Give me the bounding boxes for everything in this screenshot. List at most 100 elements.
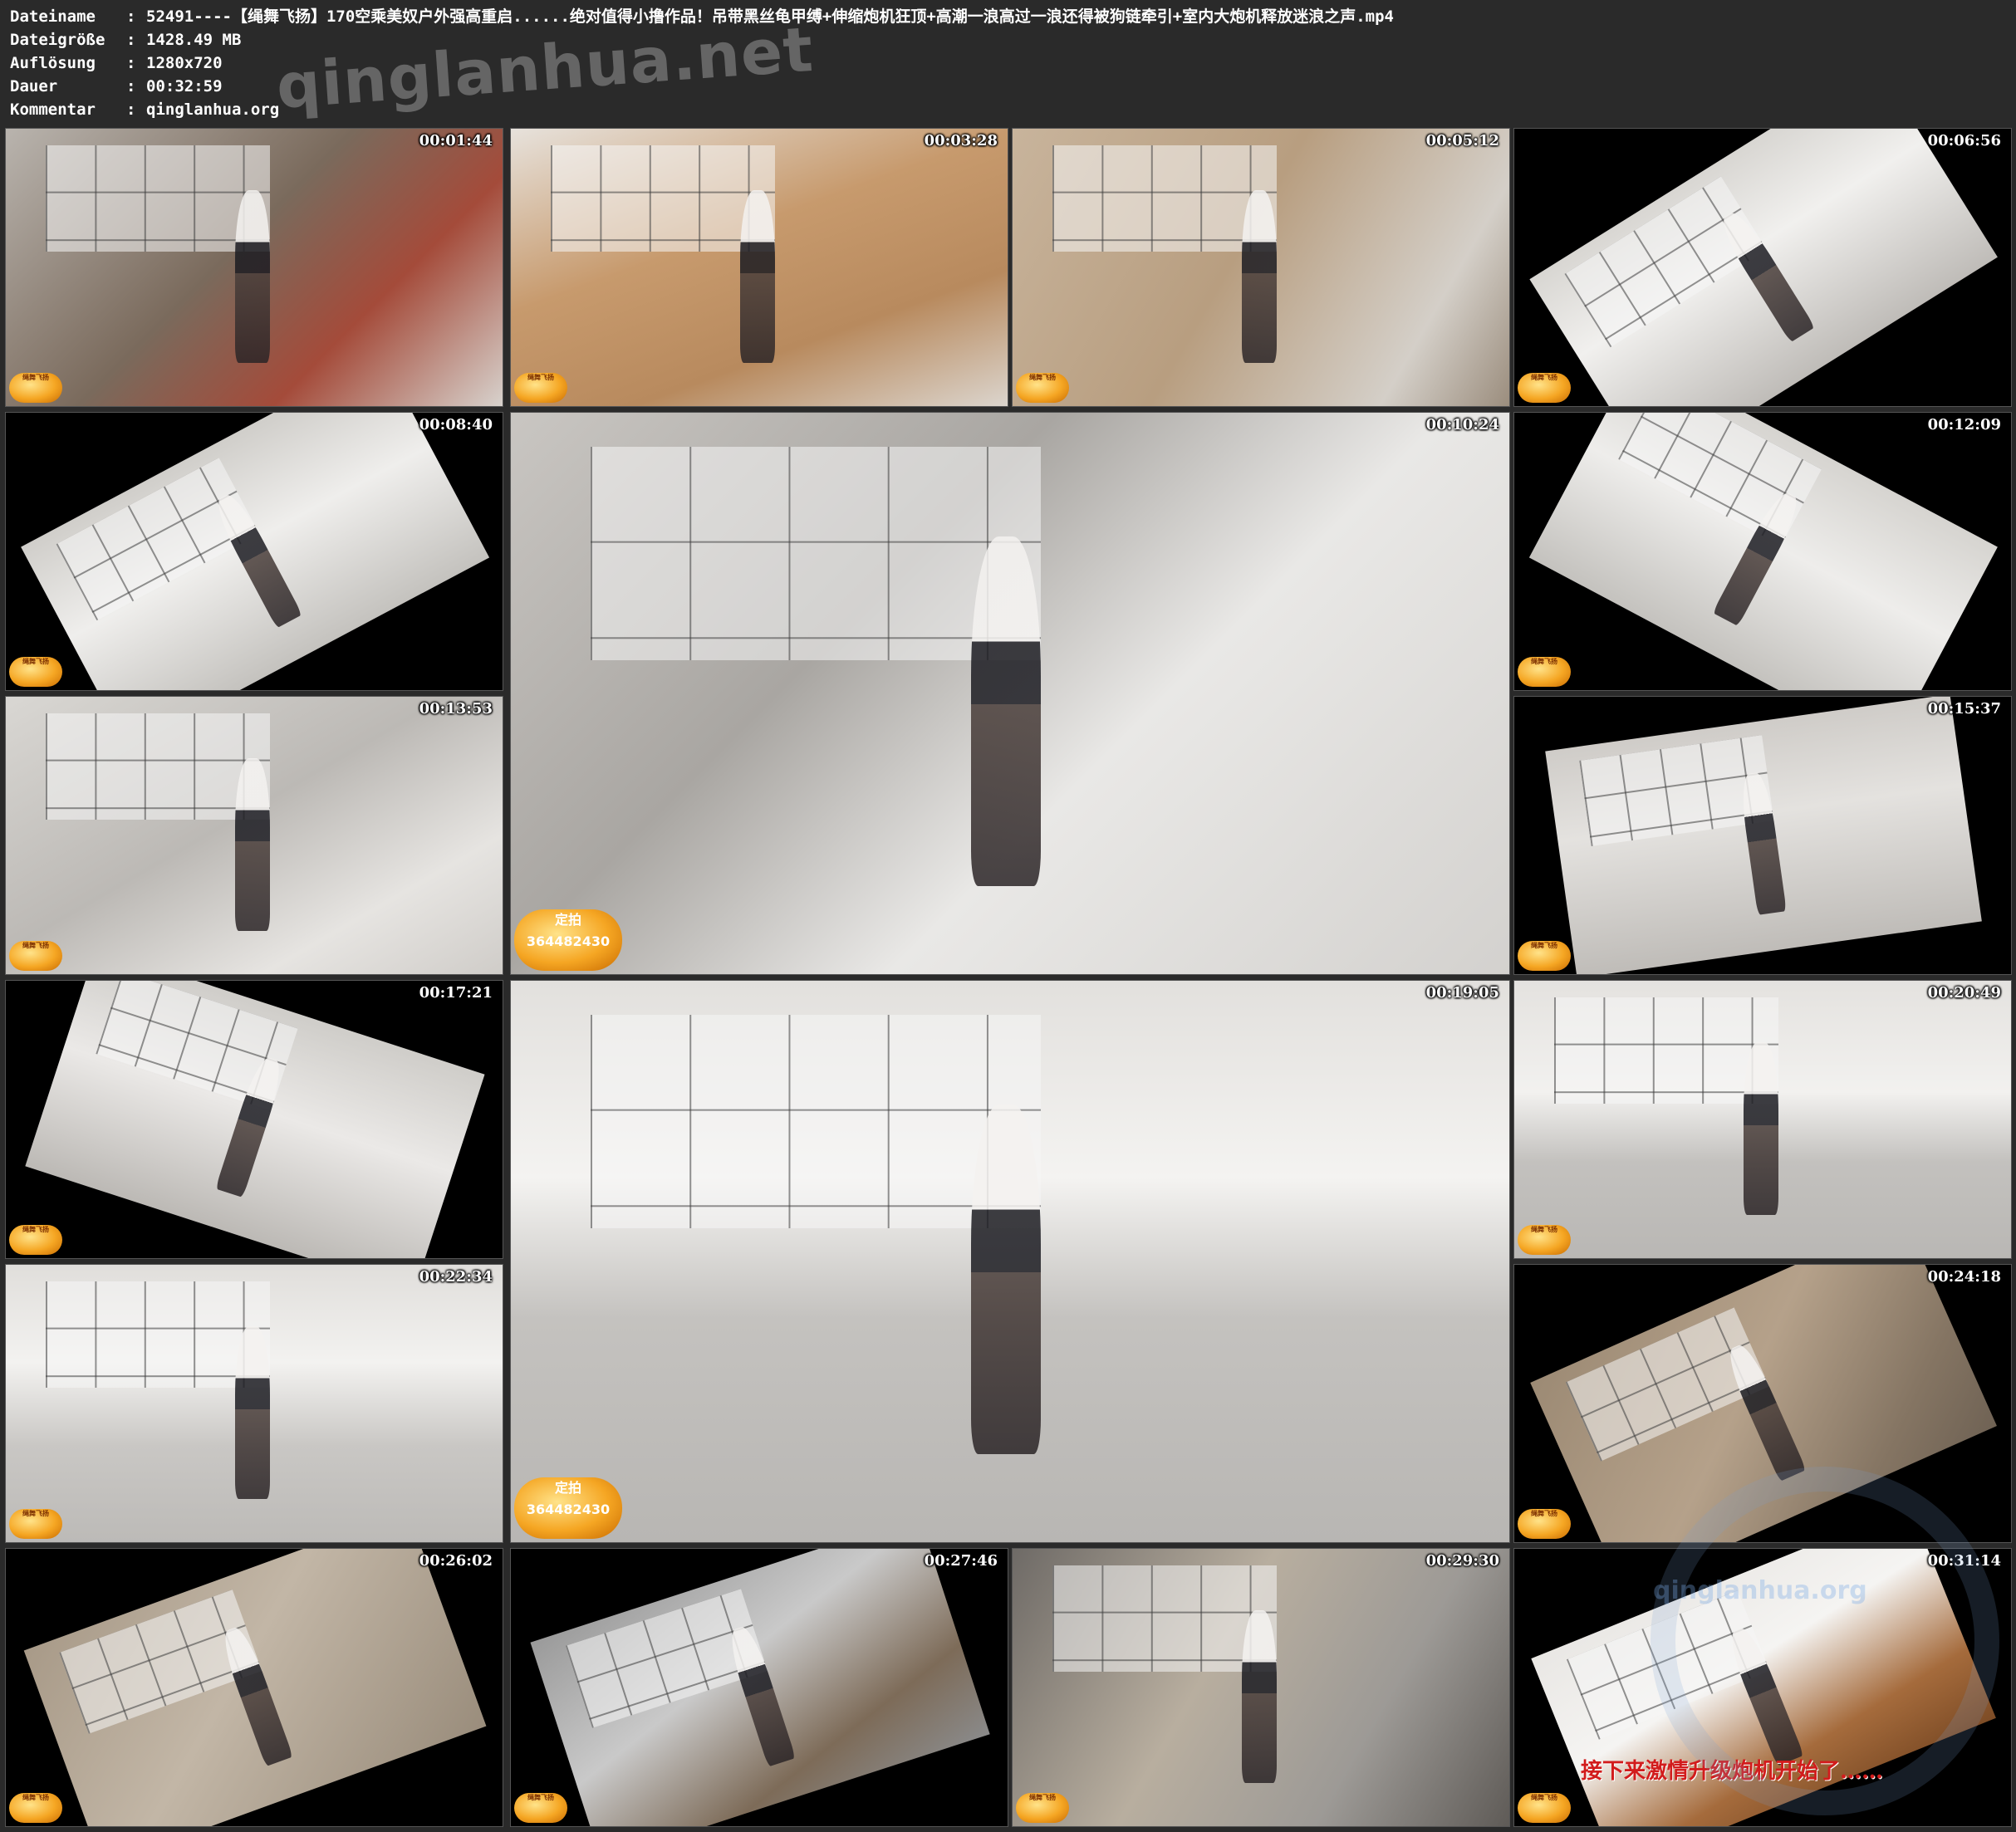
thumbnail-frame	[23, 1549, 487, 1826]
thumbnail-frame	[511, 981, 1509, 1542]
figure-silhouette	[970, 536, 1042, 886]
figure-silhouette	[1242, 1609, 1277, 1784]
figure-silhouette	[218, 1624, 293, 1767]
figure-silhouette	[235, 757, 270, 932]
thumbnail-timestamp: 00:06:56	[1927, 132, 2001, 149]
thumbnail-scene	[1514, 981, 2011, 1258]
thumbnail-frame	[25, 981, 485, 1258]
thumbnail-scene	[6, 1549, 503, 1826]
video-thumbnail[interactable]: 00:12:09 绳舞飞扬	[1513, 412, 2012, 691]
info-separator: :	[126, 100, 136, 119]
info-key: Kommentar	[10, 100, 96, 119]
thumbnail-timestamp: 00:15:37	[1927, 700, 2001, 718]
channel-logo-icon: 绳舞飞扬	[1016, 1793, 1069, 1823]
thumbnail-scene	[511, 1549, 1008, 1826]
video-thumbnail[interactable]: 00:06:56 绳舞飞扬	[1513, 128, 2012, 407]
thumbnail-scene	[1013, 1549, 1509, 1826]
video-thumbnail[interactable]: 00:01:44 绳舞飞扬	[5, 128, 503, 407]
window-grid	[1564, 176, 1767, 348]
thumbnail-timestamp: 00:20:49	[1927, 984, 2001, 1002]
channel-logo-icon: 绳舞飞扬	[9, 1793, 62, 1823]
channel-logo-icon: 定拍364482430	[514, 909, 622, 971]
corner-watermark: qinglanhua.org	[1653, 1576, 1867, 1605]
figure-silhouette	[970, 1105, 1042, 1454]
channel-logo-icon: 绳舞飞扬	[9, 657, 62, 687]
thumbnail-frame	[6, 129, 503, 406]
thumbnail-scene	[1013, 129, 1509, 406]
thumbnail-frame	[1514, 981, 2011, 1258]
channel-logo-icon: 绳舞飞扬	[9, 1225, 62, 1255]
thumbnail-timestamp: 00:10:24	[1425, 416, 1499, 434]
thumbnail-frame	[6, 697, 503, 974]
video-thumbnail[interactable]: 00:29:30 绳舞飞扬	[1012, 1548, 1510, 1827]
video-thumbnail[interactable]: 00:03:28 绳舞飞扬	[510, 128, 1008, 407]
video-thumbnail[interactable]: 00:22:34 绳舞飞扬	[5, 1264, 503, 1543]
channel-logo-icon: 绳舞飞扬	[514, 373, 567, 403]
info-value: 1280x720	[146, 54, 223, 72]
thumbnail-timestamp: 00:12:09	[1927, 416, 2001, 434]
figure-silhouette	[1722, 1340, 1807, 1482]
video-thumbnail[interactable]: 00:08:40 绳舞飞扬	[5, 412, 503, 691]
thumbnail-timestamp: 00:03:28	[924, 132, 998, 149]
thumbnail-timestamp: 00:26:02	[419, 1552, 493, 1570]
channel-logo-icon: 绳舞飞扬	[9, 1509, 62, 1539]
thumbnail-frame	[1530, 1265, 1997, 1542]
video-thumbnail[interactable]: 00:20:49 绳舞飞扬	[1513, 980, 2012, 1259]
video-thumbnail[interactable]: 00:15:37 绳舞飞扬	[1513, 696, 2012, 975]
figure-silhouette	[235, 189, 270, 364]
thumbnail-frame	[21, 413, 489, 690]
channel-logo-icon: 绳舞飞扬	[9, 941, 62, 971]
thumbnail-timestamp: 00:08:40	[419, 416, 493, 434]
info-separator: :	[126, 7, 136, 26]
thumbnail-timestamp: 00:31:14	[1927, 1552, 2001, 1570]
thumbnail-scene	[6, 697, 503, 974]
video-thumbnail[interactable]: 00:10:24 定拍364482430	[510, 412, 1510, 975]
thumbnail-frame	[530, 1549, 990, 1826]
thumbnail-frame	[1545, 697, 1982, 974]
info-separator: :	[126, 31, 136, 49]
figure-silhouette	[210, 489, 302, 629]
video-thumbnail[interactable]: 00:27:46 绳舞飞扬	[510, 1548, 1008, 1827]
thumbnail-scene	[1514, 129, 2011, 406]
thumbnail-scene	[1514, 697, 2011, 974]
channel-logo-icon: 绳舞飞扬	[1518, 1509, 1571, 1539]
info-key: Dateiname	[10, 7, 96, 26]
figure-silhouette	[1242, 189, 1277, 364]
figure-silhouette	[740, 189, 775, 364]
channel-logo-icon: 绳舞飞扬	[1518, 941, 1571, 971]
info-key: Auflösung	[10, 54, 96, 72]
video-thumbnail[interactable]: 00:05:12 绳舞飞扬	[1012, 128, 1510, 407]
channel-logo-icon: 绳舞飞扬	[1016, 373, 1069, 403]
figure-silhouette	[1744, 1041, 1778, 1216]
thumbnail-timestamp: 00:01:44	[419, 132, 493, 149]
channel-logo-icon: 绳舞飞扬	[1518, 373, 1571, 403]
channel-logo-icon: 绳舞飞扬	[1518, 657, 1571, 687]
thumbnail-scene	[1514, 1265, 2011, 1542]
thumbnail-scene	[6, 413, 503, 690]
overlay-caption: 接下来激情升级炮机开始了……	[1581, 1759, 1884, 1784]
video-thumbnail[interactable]: 00:26:02 绳舞飞扬	[5, 1548, 503, 1827]
thumbnail-timestamp: 00:24:18	[1927, 1268, 2001, 1286]
video-thumbnail[interactable]: 00:17:21 绳舞飞扬	[5, 980, 503, 1259]
thumbnail-frame	[1013, 1549, 1509, 1826]
channel-logo-icon: 绳舞飞扬	[514, 1793, 567, 1823]
thumbnail-scene	[511, 129, 1008, 406]
thumbnail-timestamp: 00:22:34	[419, 1268, 493, 1286]
thumbnail-timestamp: 00:17:21	[419, 984, 493, 1002]
thumbnail-scene	[511, 981, 1509, 1542]
video-thumbnail[interactable]: 00:13:53 绳舞飞扬	[5, 696, 503, 975]
channel-logo-icon: 绳舞飞扬	[1518, 1793, 1571, 1823]
thumbnail-scene	[511, 413, 1509, 974]
thumbnail-scene	[1514, 413, 2011, 690]
thumbnail-timestamp: 00:29:30	[1425, 1552, 1499, 1570]
video-thumbnail[interactable]: 00:24:18 绳舞飞扬	[1513, 1264, 2012, 1543]
info-separator: :	[126, 54, 136, 72]
figure-silhouette	[1724, 1624, 1804, 1767]
thumbnail-scene	[6, 129, 503, 406]
channel-logo-icon: 绳舞飞扬	[1518, 1225, 1571, 1255]
video-thumbnail[interactable]: 00:19:05 定拍364482430	[510, 980, 1510, 1543]
channel-logo-icon: 定拍364482430	[514, 1477, 622, 1539]
thumbnail-frame	[511, 129, 1008, 406]
figure-silhouette	[235, 1325, 270, 1500]
thumbnail-frame	[6, 1265, 503, 1542]
